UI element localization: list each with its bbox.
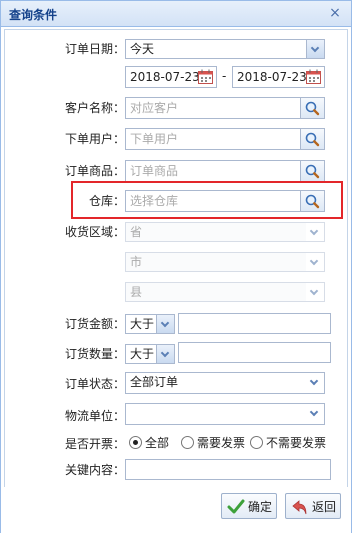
keyword-label: 关键内容： [64, 463, 125, 477]
warehouse-input[interactable]: 选择仓库 [125, 190, 325, 212]
return-arrow-icon [292, 500, 307, 515]
city-select[interactable]: 市 [125, 252, 325, 272]
search-icon [305, 164, 320, 179]
dialog-title: 查询条件 [9, 8, 58, 22]
start-date-field[interactable]: 2018-07-23 [125, 66, 217, 88]
chevron-down-icon[interactable] [306, 253, 324, 271]
quantity-operator-value: 大于 [130, 347, 155, 361]
amount-label: 订货金额： [64, 317, 125, 331]
form-body: 订单日期： 今天 2018-07-23 - 2018-07-23 客户名称： 对… [4, 29, 348, 515]
quantity-label: 订货数量： [64, 347, 125, 361]
province-select[interactable]: 省 [125, 222, 325, 242]
back-label: 返回 [312, 500, 337, 514]
city-value: 市 [130, 255, 143, 269]
customer-label: 客户名称： [64, 101, 125, 115]
amount-operator-select[interactable]: 大于 [125, 314, 175, 334]
customer-input[interactable]: 对应客户 [125, 97, 325, 119]
date-separator: - [222, 69, 227, 83]
search-button[interactable] [300, 191, 324, 211]
back-button[interactable]: 返回 [285, 493, 341, 519]
title-bar[interactable]: 查询条件 × [1, 1, 351, 27]
invoice-option-no-need[interactable]: 不需要发票 [266, 436, 326, 450]
search-icon [305, 194, 320, 209]
invoice-radio-all[interactable] [129, 436, 142, 449]
chevron-down-icon[interactable] [306, 40, 324, 58]
warehouse-placeholder: 选择仓库 [130, 194, 179, 208]
start-date-value: 2018-07-23 [130, 70, 200, 84]
chevron-down-icon[interactable] [306, 373, 324, 393]
county-select[interactable]: 县 [125, 282, 325, 302]
order-date-label: 订单日期： [64, 42, 125, 56]
status-label: 订单状态： [64, 377, 125, 391]
status-value: 全部订单 [130, 375, 179, 389]
quantity-operator-select[interactable]: 大于 [125, 344, 175, 364]
end-date-value: 2018-07-23 [237, 70, 307, 84]
order-date-value: 今天 [130, 42, 155, 56]
chevron-down-icon[interactable] [156, 315, 174, 333]
province-value: 省 [130, 225, 143, 239]
quantity-input[interactable] [178, 342, 331, 363]
confirm-button[interactable]: 确定 [221, 493, 277, 519]
order-goods-label: 订单商品： [64, 164, 125, 178]
search-button[interactable] [300, 161, 324, 181]
end-date-field[interactable]: 2018-07-23 [232, 66, 325, 88]
warehouse-label: 仓库： [88, 194, 125, 208]
invoice-radio-no-need[interactable] [250, 436, 263, 449]
order-goods-input[interactable]: 订单商品 [125, 160, 325, 182]
close-icon[interactable]: × [327, 5, 343, 21]
amount-operator-value: 大于 [130, 317, 155, 331]
confirm-label: 确定 [248, 500, 273, 514]
order-user-input[interactable]: 下单用户 [125, 128, 325, 150]
calendar-icon[interactable] [198, 69, 213, 84]
invoice-radio-need[interactable] [181, 436, 194, 449]
customer-placeholder: 对应客户 [130, 101, 179, 115]
logistics-select[interactable] [125, 403, 325, 425]
search-button[interactable] [300, 129, 324, 149]
amount-input[interactable] [178, 313, 331, 334]
invoice-option-all[interactable]: 全部 [145, 436, 169, 450]
chevron-down-icon[interactable] [156, 345, 174, 363]
order-user-label: 下单用户： [64, 132, 125, 146]
order-user-placeholder: 下单用户 [130, 132, 179, 146]
invoice-label: 是否开票： [64, 437, 125, 451]
dialog-footer: 确定 返回 [1, 487, 351, 533]
search-icon [305, 101, 320, 116]
status-select[interactable]: 全部订单 [125, 372, 325, 394]
invoice-option-need[interactable]: 需要发票 [197, 436, 245, 450]
checkmark-icon [227, 499, 245, 514]
search-button[interactable] [300, 98, 324, 118]
county-value: 县 [130, 285, 143, 299]
search-icon [305, 132, 320, 147]
order-date-select[interactable]: 今天 [125, 39, 325, 59]
chevron-down-icon[interactable] [306, 283, 324, 301]
chevron-down-icon[interactable] [306, 223, 324, 241]
order-goods-placeholder: 订单商品 [130, 164, 179, 178]
region-label: 收货区域： [64, 225, 125, 239]
chevron-down-icon[interactable] [306, 404, 324, 424]
query-dialog: 查询条件 × 订单日期： 今天 2018-07-23 - 2018-07-23 … [0, 0, 352, 533]
calendar-icon[interactable] [306, 69, 321, 84]
keyword-input[interactable] [125, 459, 331, 480]
logistics-label: 物流单位： [64, 409, 125, 423]
